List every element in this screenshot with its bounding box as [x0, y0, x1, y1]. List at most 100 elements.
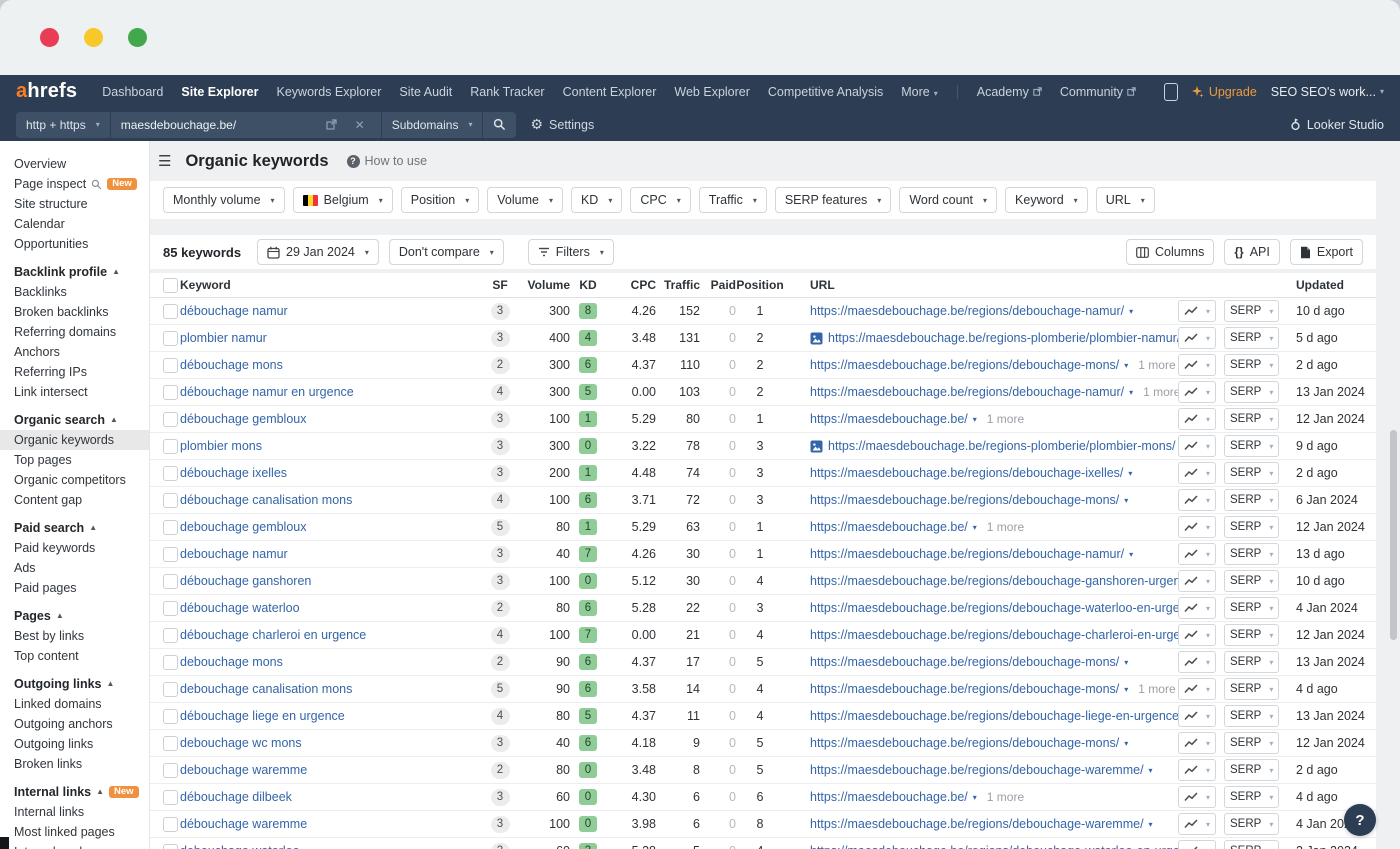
keyword-link[interactable]: débouchage dilbeek: [180, 790, 292, 804]
filter-volume[interactable]: Volume▾: [487, 187, 563, 213]
serp-features-count[interactable]: 3: [491, 735, 510, 752]
serp-button[interactable]: SERP▾: [1224, 462, 1279, 484]
serp-features-count[interactable]: 5: [491, 519, 510, 536]
filter-serp-features[interactable]: SERP features▾: [775, 187, 891, 213]
filter-position[interactable]: Position▾: [401, 187, 480, 213]
row-checkbox[interactable]: [163, 331, 178, 346]
serp-button[interactable]: SERP▾: [1224, 840, 1279, 849]
sidebar-item-broken-links[interactable]: Broken links: [0, 754, 149, 774]
keyword-link[interactable]: débouchage canalisation mons: [180, 493, 352, 507]
keyword-link[interactable]: débouchage waterloo: [180, 601, 300, 615]
sidebar-item-most-linked-pages[interactable]: Most linked pages: [0, 822, 149, 842]
sidebar-section-outgoing-links[interactable]: Outgoing links▲: [0, 666, 149, 694]
row-checkbox[interactable]: [163, 628, 178, 643]
row-checkbox[interactable]: [163, 547, 178, 562]
more-urls-link[interactable]: 1 more: [987, 412, 1024, 426]
sidebar-item-outgoing-anchors[interactable]: Outgoing anchors: [0, 714, 149, 734]
url-link[interactable]: https://maesdebouchage.be/: [810, 790, 968, 804]
keyword-link[interactable]: débouchage ganshoren: [180, 574, 311, 588]
sidebar-item-paid-pages[interactable]: Paid pages: [0, 578, 149, 598]
serp-features-count[interactable]: 2: [491, 843, 510, 849]
col-header-kd[interactable]: KD: [570, 278, 606, 292]
serp-features-count[interactable]: 3: [491, 330, 510, 347]
sidebar-item-outgoing-links[interactable]: Outgoing links: [0, 734, 149, 754]
nav-item-content-explorer[interactable]: Content Explorer: [563, 85, 657, 99]
url-link[interactable]: https://maesdebouchage.be/regions/debouc…: [810, 817, 1144, 831]
filter-traffic[interactable]: Traffic▾: [699, 187, 767, 213]
serp-button[interactable]: SERP▾: [1224, 705, 1279, 727]
chevron-down-icon[interactable]: ▾: [1129, 307, 1133, 316]
row-checkbox[interactable]: [163, 709, 178, 724]
row-checkbox[interactable]: [163, 844, 178, 849]
url-link[interactable]: https://maesdebouchage.be/regions/debouc…: [810, 763, 1144, 777]
looker-studio-link[interactable]: Looker Studio: [1290, 118, 1384, 132]
sidebar-section-organic-search[interactable]: Organic search▲: [0, 402, 149, 430]
row-checkbox[interactable]: [163, 439, 178, 454]
sidebar-item-internal-links[interactable]: Internal links: [0, 802, 149, 822]
how-to-use-link[interactable]: ?How to use: [347, 154, 428, 168]
position-history-button[interactable]: ▾: [1178, 489, 1216, 511]
position-history-button[interactable]: ▾: [1178, 732, 1216, 754]
serp-button[interactable]: SERP▾: [1224, 813, 1279, 835]
open-target-icon[interactable]: [320, 112, 343, 138]
nav-item-web-explorer[interactable]: Web Explorer: [674, 85, 750, 99]
chevron-down-icon[interactable]: ▾: [1149, 766, 1153, 775]
serp-button[interactable]: SERP▾: [1224, 489, 1279, 511]
api-button[interactable]: {}API: [1224, 239, 1280, 265]
chevron-down-icon[interactable]: ▾: [1124, 739, 1128, 748]
filters-button[interactable]: Filters▾: [528, 239, 614, 265]
url-link[interactable]: https://maesdebouchage.be/: [810, 412, 968, 426]
url-link[interactable]: https://maesdebouchage.be/regions/debouc…: [810, 493, 1119, 507]
chevron-down-icon[interactable]: ▾: [1124, 496, 1128, 505]
serp-button[interactable]: SERP▾: [1224, 435, 1279, 457]
date-picker[interactable]: 29 Jan 2024▾: [257, 239, 379, 265]
sidebar-item-anchors[interactable]: Anchors: [0, 342, 149, 362]
filter-belgium[interactable]: Belgium▾: [293, 187, 393, 213]
serp-button[interactable]: SERP▾: [1224, 327, 1279, 349]
position-history-button[interactable]: ▾: [1178, 786, 1216, 808]
nav-item-rank-tracker[interactable]: Rank Tracker: [470, 85, 544, 99]
serp-button[interactable]: SERP▾: [1224, 570, 1279, 592]
sidebar-item-link-intersect[interactable]: Link intersect: [0, 382, 149, 402]
serp-button[interactable]: SERP▾: [1224, 732, 1279, 754]
sidebar-item-internal-anchors[interactable]: Internal anchors: [0, 842, 149, 849]
serp-features-count[interactable]: 4: [491, 708, 510, 725]
row-checkbox[interactable]: [163, 763, 178, 778]
position-history-button[interactable]: ▾: [1178, 597, 1216, 619]
position-history-button[interactable]: ▾: [1178, 813, 1216, 835]
url-link[interactable]: https://maesdebouchage.be/regions/debouc…: [810, 358, 1119, 372]
chevron-down-icon[interactable]: ▾: [973, 415, 977, 424]
export-button[interactable]: Export: [1290, 239, 1363, 265]
keyword-link[interactable]: débouchage waremme: [180, 817, 307, 831]
nav-item-dashboard[interactable]: Dashboard: [102, 85, 163, 99]
col-header-volume[interactable]: Volume: [520, 278, 570, 292]
keyword-link[interactable]: plombier mons: [180, 439, 262, 453]
chevron-down-icon[interactable]: ▾: [1124, 685, 1128, 694]
nav-item-keywords-explorer[interactable]: Keywords Explorer: [277, 85, 382, 99]
position-history-button[interactable]: ▾: [1178, 462, 1216, 484]
scope-select[interactable]: Subdomains▾: [382, 112, 483, 138]
sidebar-item-top-pages[interactable]: Top pages: [0, 450, 149, 470]
sidebar-item-site-structure[interactable]: Site structure: [0, 194, 149, 214]
menu-toggle-icon[interactable]: ☰: [158, 152, 170, 170]
col-header-cpc[interactable]: CPC: [606, 278, 656, 292]
mobile-app-icon[interactable]: [1164, 83, 1178, 101]
url-link[interactable]: https://maesdebouchage.be/regions/debouc…: [810, 547, 1124, 561]
serp-features-count[interactable]: 3: [491, 438, 510, 455]
url-link[interactable]: https://maesdebouchage.be/regions/debouc…: [810, 655, 1119, 669]
nav-item-site-explorer[interactable]: Site Explorer: [181, 85, 258, 99]
clear-input-icon[interactable]: ✕: [349, 112, 371, 138]
url-link[interactable]: https://maesdebouchage.be/regions/debouc…: [810, 466, 1123, 480]
maximize-window-button[interactable]: [128, 28, 147, 47]
row-checkbox[interactable]: [163, 385, 178, 400]
row-checkbox[interactable]: [163, 817, 178, 832]
settings-button[interactable]: ⚙Settings: [530, 116, 594, 133]
minimize-window-button[interactable]: [84, 28, 103, 47]
sidebar-item-best-by-links[interactable]: Best by links: [0, 626, 149, 646]
row-checkbox[interactable]: [163, 493, 178, 508]
serp-button[interactable]: SERP▾: [1224, 786, 1279, 808]
row-checkbox[interactable]: [163, 736, 178, 751]
filter-word-count[interactable]: Word count▾: [899, 187, 997, 213]
keyword-link[interactable]: debouchage canalisation mons: [180, 682, 352, 696]
chevron-down-icon[interactable]: ▾: [1124, 658, 1128, 667]
